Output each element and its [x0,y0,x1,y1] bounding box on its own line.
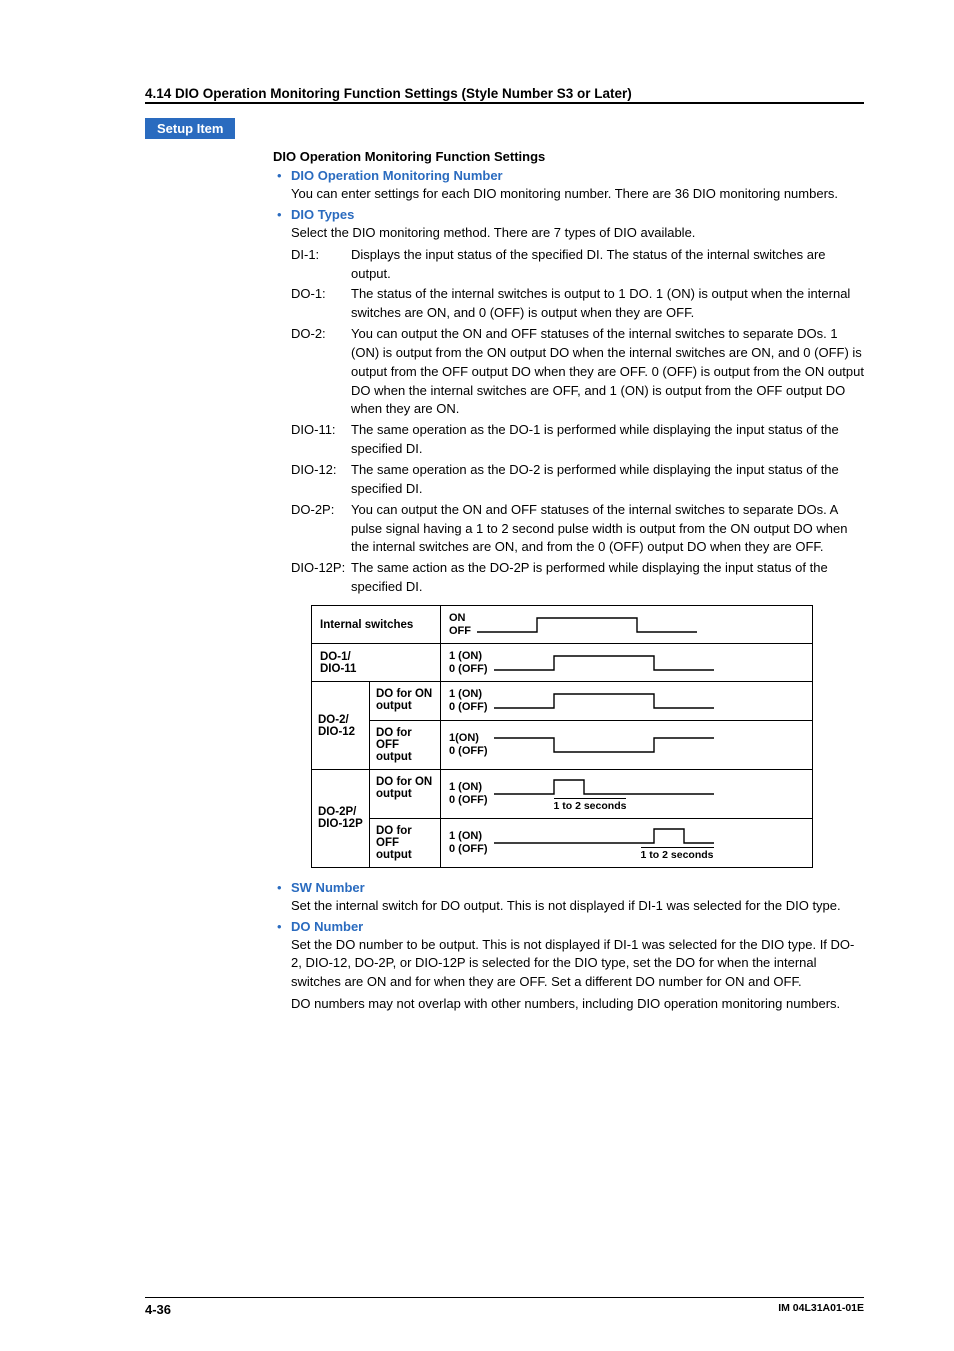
waveform-icon [494,690,714,712]
waveform-icon [494,652,714,674]
bullet-dio-number: DIO Operation Monitoring Number You can … [273,168,864,204]
def-do2: DO-2: You can output the ON and OFF stat… [291,325,864,419]
def-do1: DO-1: The status of the internal switche… [291,285,864,323]
wave-graph-internal: ON OFF [440,606,812,643]
wave-sub-on-output: DO for ON output [370,682,440,720]
dio-types-definitions: DI-1: Displays the input status of the s… [291,246,864,597]
wave-graph-do2-off: 1(ON) 0 (OFF) [440,721,812,769]
wave-graph-do2p-on: 1 (ON) 0 (OFF) 1 to 2 seconds [440,770,812,819]
content-block: DIO Operation Monitoring Function Settin… [273,149,864,1014]
page-footer: 4-36 IM 04L31A01-01E [145,1297,864,1317]
wave-graph-do1: 1 (ON) 0 (OFF) [440,644,812,681]
sw-number-title: SW Number [291,880,365,895]
bullet-sw-number: SW Number Set the internal switch for DO… [273,880,864,916]
wave-sub-on-output-2p: DO for ON output [370,770,440,819]
page: 4.14 DIO Operation Monitoring Function S… [0,0,954,1351]
do-number-title: DO Number [291,919,363,934]
bullet-dio-types: DIO Types Select the DIO monitoring meth… [273,207,864,597]
main-heading: DIO Operation Monitoring Function Settin… [273,149,864,164]
wave-label-do2: DO-2/ DIO-12 [312,682,370,768]
wave-row-do1: DO-1/ DIO-11 1 (ON) 0 (OFF) [312,643,812,681]
pulse-waveform-icon [494,776,714,798]
bullet-do-number: DO Number Set the DO number to be output… [273,919,864,1014]
wave-graph-do2-on: 1 (ON) 0 (OFF) [440,682,812,720]
def-do2p: DO-2P: You can output the ON and OFF sta… [291,501,864,558]
wave-graph-do2p-off: 1 (ON) 0 (OFF) 1 to 2 seconds [440,819,812,867]
do-number-body1: Set the DO number to be output. This is … [291,936,864,993]
pulse-waveform-icon [494,825,714,847]
wave-label-internal: Internal switches [312,606,440,643]
page-number: 4-36 [145,1302,171,1317]
waveform-icon [477,614,697,636]
def-dio11: DIO-11: The same operation as the DO-1 i… [291,421,864,459]
wave-label-do1: DO-1/ DIO-11 [312,644,440,681]
wave-group-do2p: DO-2P/ DIO-12P DO for ON output 1 (ON) 0… [312,769,812,867]
wave-row-internal: Internal switches ON OFF [312,606,812,643]
def-di1: DI-1: Displays the input status of the s… [291,246,864,284]
dio-number-body: You can enter settings for each DIO moni… [291,185,864,204]
do-number-body2: DO numbers may not overlap with other nu… [291,995,864,1014]
dio-types-title: DIO Types [291,207,354,222]
waveform-table: Internal switches ON OFF DO-1/ DIO-11 1 [311,605,813,868]
wave-group-do2: DO-2/ DIO-12 DO for ON output 1 (ON) 0 (… [312,681,812,768]
def-dio12p: DIO-12P: The same action as the DO-2P is… [291,559,864,597]
sw-number-body: Set the internal switch for DO output. T… [291,897,864,916]
bottom-bullet-list: SW Number Set the internal switch for DO… [273,880,864,1014]
def-dio12: DIO-12: The same operation as the DO-2 i… [291,461,864,499]
wave-label-do2p: DO-2P/ DIO-12P [312,770,370,867]
top-bullet-list: DIO Operation Monitoring Number You can … [273,168,864,597]
dio-types-intro: Select the DIO monitoring method. There … [291,224,864,243]
wave-sub-off-output: DO for OFF output [370,721,440,769]
section-header: 4.14 DIO Operation Monitoring Function S… [145,86,864,104]
document-id: IM 04L31A01-01E [778,1302,864,1317]
setup-item-badge: Setup Item [145,118,235,139]
waveform-icon [494,734,714,756]
dio-number-title: DIO Operation Monitoring Number [291,168,503,183]
wave-sub-off-output-2p: DO for OFF output [370,819,440,867]
